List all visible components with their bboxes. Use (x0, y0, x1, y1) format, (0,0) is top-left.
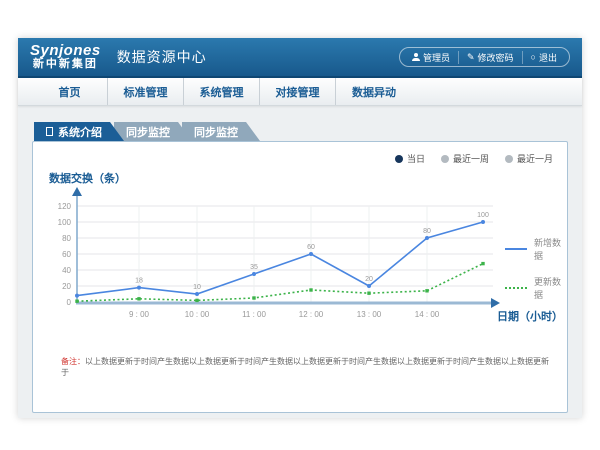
tab-3[interactable]: 同步监控 (182, 122, 260, 141)
legend-swatch (505, 287, 527, 289)
edit-icon: ✎ (467, 53, 475, 62)
radio-option-2[interactable]: 最近一周 (441, 152, 489, 165)
nav-item-5[interactable]: 数据异动 (336, 78, 412, 105)
svg-text:12 : 00: 12 : 00 (299, 310, 324, 319)
admin-user-label: 管理员 (423, 51, 450, 64)
logout-button[interactable]: ○ 退出 (522, 51, 565, 64)
nav-item-4[interactable]: 对接管理 (260, 78, 336, 105)
app-window: Synjones 新中新集团 数据资源中心 管理员 ✎ 修改密码 ○ 退出 首页… (18, 38, 582, 418)
tab-2[interactable]: 同步监控 (114, 122, 192, 141)
tab-label: 同步监控 (126, 124, 170, 140)
svg-text:11 : 00: 11 : 00 (242, 310, 266, 319)
nav-item-3[interactable]: 系统管理 (184, 78, 260, 105)
change-password-label: 修改密码 (478, 51, 514, 64)
user-toolbar: 管理员 ✎ 修改密码 ○ 退出 (399, 47, 570, 67)
y-axis-title: 数据交换（条） (49, 170, 126, 186)
svg-text:10: 10 (193, 284, 201, 291)
admin-user-button[interactable]: 管理员 (404, 51, 458, 64)
svg-text:120: 120 (58, 202, 72, 211)
nav-item-2[interactable]: 标准管理 (108, 78, 184, 105)
tab-label: 同步监控 (194, 124, 238, 140)
logo-text-en: Synjones (30, 43, 101, 59)
content-area: 系统介绍 同步监控 同步监控 当日 最近一周 最近一月 数据交换（条） 0 20 40 60 8… (18, 106, 582, 418)
radio-dot-icon (395, 155, 403, 163)
nav-item-1[interactable]: 首页 (32, 78, 108, 105)
chart-legend: 新增数据更新数据 (505, 236, 567, 301)
svg-text:10 : 00: 10 : 00 (185, 310, 210, 319)
legend-item-2: 更新数据 (505, 275, 567, 301)
svg-text:80: 80 (62, 234, 71, 243)
svg-text:100: 100 (58, 218, 72, 227)
radio-label: 最近一周 (453, 152, 489, 165)
legend-label: 更新数据 (534, 275, 567, 301)
footnote: 备注：以上数据更新于时间产生数据以上数据更新于时间产生数据以上数据更新于时间产生… (61, 356, 549, 378)
svg-text:60: 60 (62, 250, 71, 259)
svg-text:20: 20 (365, 276, 373, 283)
tab-label: 系统介绍 (58, 124, 102, 140)
radio-option-3[interactable]: 最近一月 (505, 152, 553, 165)
legend-swatch (505, 248, 527, 250)
radio-dot-icon (441, 155, 449, 163)
svg-text:13 : 00: 13 : 00 (357, 310, 382, 319)
svg-text:100: 100 (477, 212, 489, 219)
tab-bar: 系统介绍 同步监控 同步监控 (34, 122, 568, 141)
legend-item-1: 新增数据 (505, 236, 567, 262)
page-title: 数据资源中心 (117, 47, 207, 67)
document-icon (46, 127, 53, 136)
svg-text:20: 20 (62, 282, 71, 291)
header: Synjones 新中新集团 数据资源中心 管理员 ✎ 修改密码 ○ 退出 (18, 38, 582, 78)
svg-text:40: 40 (62, 266, 71, 275)
svg-text:35: 35 (250, 264, 258, 271)
power-icon: ○ (531, 53, 536, 62)
logout-label: 退出 (539, 51, 557, 64)
svg-text:9 : 00: 9 : 00 (129, 310, 150, 319)
footnote-label: 备注： (61, 357, 85, 366)
radio-label: 最近一月 (517, 152, 553, 165)
radio-label: 当日 (407, 152, 425, 165)
logo-text-cn: 新中新集团 (30, 59, 101, 71)
svg-text:14 : 00: 14 : 00 (415, 310, 440, 319)
legend-label: 新增数据 (534, 236, 567, 262)
svg-text:18: 18 (135, 278, 143, 285)
system-intro-panel: 当日 最近一周 最近一月 数据交换（条） 0 20 40 60 80 100 120 9 : 00… (32, 141, 568, 413)
radio-dot-icon (505, 155, 513, 163)
time-range-filter: 当日 最近一周 最近一月 (395, 152, 553, 165)
main-nav: 首页标准管理系统管理对接管理数据异动 (18, 78, 582, 106)
line-chart: 0 20 40 60 80 100 120 9 : 00 10 : 00 11 : 00 12 : … (41, 186, 501, 336)
svg-text:80: 80 (423, 228, 431, 235)
x-axis-title: 日期（小时） (497, 308, 563, 324)
change-password-button[interactable]: ✎ 修改密码 (458, 51, 522, 64)
footnote-text: 以上数据更新于时间产生数据以上数据更新于时间产生数据以上数据更新于时间产生数据以… (61, 357, 549, 377)
radio-option-1[interactable]: 当日 (395, 152, 425, 165)
svg-text:60: 60 (307, 244, 315, 251)
user-icon (412, 53, 420, 61)
logo: Synjones 新中新集团 (30, 43, 101, 70)
tab-1[interactable]: 系统介绍 (34, 122, 124, 141)
svg-text:0: 0 (67, 298, 72, 307)
